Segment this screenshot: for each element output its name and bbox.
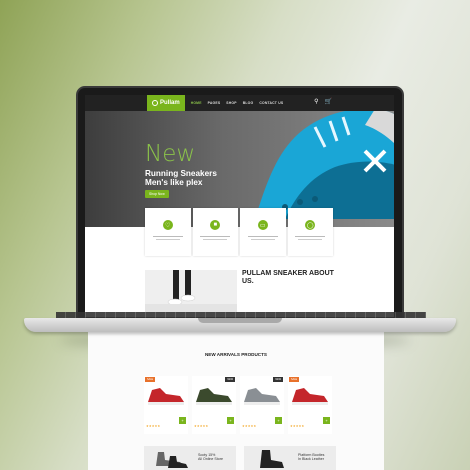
- hero-subtitle: Running Sneakers Men's like plex: [145, 169, 235, 187]
- hero-subtitle-line1: Running Sneakers: [145, 169, 217, 178]
- feature-boxes: ♡ ■ ▭ ◯: [145, 208, 333, 256]
- headset-icon: ◯: [305, 220, 316, 230]
- laptop-notch: [198, 318, 282, 323]
- rating-stars: ★★★★★: [194, 424, 209, 428]
- add-to-cart-icon[interactable]: +: [275, 417, 282, 424]
- laptop-screen: Pullam HOME PAGES SHOP BLOG CONTACT US ⚲…: [85, 95, 394, 317]
- nav-shop[interactable]: SHOP: [226, 101, 236, 105]
- product-card[interactable]: NEW ★★★★★ +: [240, 376, 284, 434]
- page-lower-section: NEW ARRIVALS PRODUCTS SALE ★★★★★ + NEW ★★★★★…: [88, 332, 384, 470]
- product-tag: SALE: [289, 377, 300, 382]
- site-logo[interactable]: Pullam: [147, 95, 185, 111]
- add-to-cart-icon[interactable]: +: [227, 417, 234, 424]
- banner-boot-image: [260, 450, 284, 468]
- add-to-cart-icon[interactable]: +: [323, 417, 330, 424]
- banner-line2: All Online Store: [198, 457, 223, 462]
- promo-banner[interactable]: Platform Booties In Black Leather: [244, 446, 336, 470]
- product-tag: SALE: [145, 377, 156, 382]
- search-icon[interactable]: ⚲: [314, 99, 318, 106]
- top-navigation: Pullam HOME PAGES SHOP BLOG CONTACT US ⚲…: [85, 95, 394, 111]
- logo-mark-icon: [152, 100, 158, 106]
- banner-line2: In Black Leather: [298, 457, 324, 462]
- nav-icons: ⚲ 🛒: [314, 99, 332, 106]
- about-title-line1: PULLAM SNEAKER ABOUT: [242, 270, 334, 277]
- about-legs-image: [145, 270, 237, 312]
- heart-icon: ♡: [162, 220, 173, 230]
- feature-box: ■: [192, 208, 238, 256]
- cart-icon[interactable]: 🛒: [325, 99, 332, 106]
- product-card[interactable]: SALE ★★★★★ +: [288, 376, 332, 434]
- new-arrivals-title: NEW ARRIVALS PRODUCTS: [204, 352, 267, 357]
- rating-stars: ★★★★★: [242, 424, 257, 428]
- rating-stars: ★★★★★: [290, 424, 305, 428]
- feature-box: ◯: [287, 208, 333, 256]
- rating-stars: ★★★★★: [146, 424, 161, 428]
- promo-banners: Sooty 15% All Online Store Platform Booti…: [144, 446, 336, 470]
- product-shoe-image: [292, 388, 328, 405]
- banner-shoe-image: [156, 452, 188, 468]
- truck-icon: ■: [210, 220, 221, 230]
- add-to-cart-icon[interactable]: +: [179, 417, 186, 424]
- product-shoe-image: [148, 388, 184, 405]
- logo-text: Pullam: [160, 100, 180, 106]
- nav-blog[interactable]: BLOG: [243, 101, 254, 105]
- about-title: PULLAM SNEAKER ABOUT US.: [242, 270, 342, 285]
- product-tag: NEW: [273, 377, 283, 382]
- product-grid: SALE ★★★★★ + NEW ★★★★★ + NEW ★★★★★ + SALE ★★★★★ +: [144, 376, 332, 434]
- nav-home[interactable]: HOME: [191, 101, 202, 105]
- hero-title: New: [145, 141, 196, 167]
- product-card[interactable]: NEW ★★★★★ +: [192, 376, 236, 434]
- product-tag: NEW: [225, 377, 235, 382]
- about-title-line2: US.: [242, 277, 254, 285]
- nav-contact[interactable]: CONTACT US: [259, 101, 283, 105]
- product-shoe-image: [196, 388, 232, 405]
- shop-now-button[interactable]: Shop Now: [145, 190, 169, 198]
- hero-subtitle-line2: Men's like plex: [145, 178, 203, 187]
- product-shoe-image: [244, 388, 280, 405]
- feature-box: ▭: [240, 208, 286, 256]
- about-image: [145, 270, 237, 312]
- promo-banner[interactable]: Sooty 15% All Online Store: [144, 446, 236, 470]
- nav-pages[interactable]: PAGES: [208, 101, 221, 105]
- feature-box: ♡: [145, 208, 191, 256]
- card-icon: ▭: [257, 220, 268, 230]
- product-card[interactable]: SALE ★★★★★ +: [144, 376, 188, 434]
- hero-sneaker-image: [255, 111, 394, 219]
